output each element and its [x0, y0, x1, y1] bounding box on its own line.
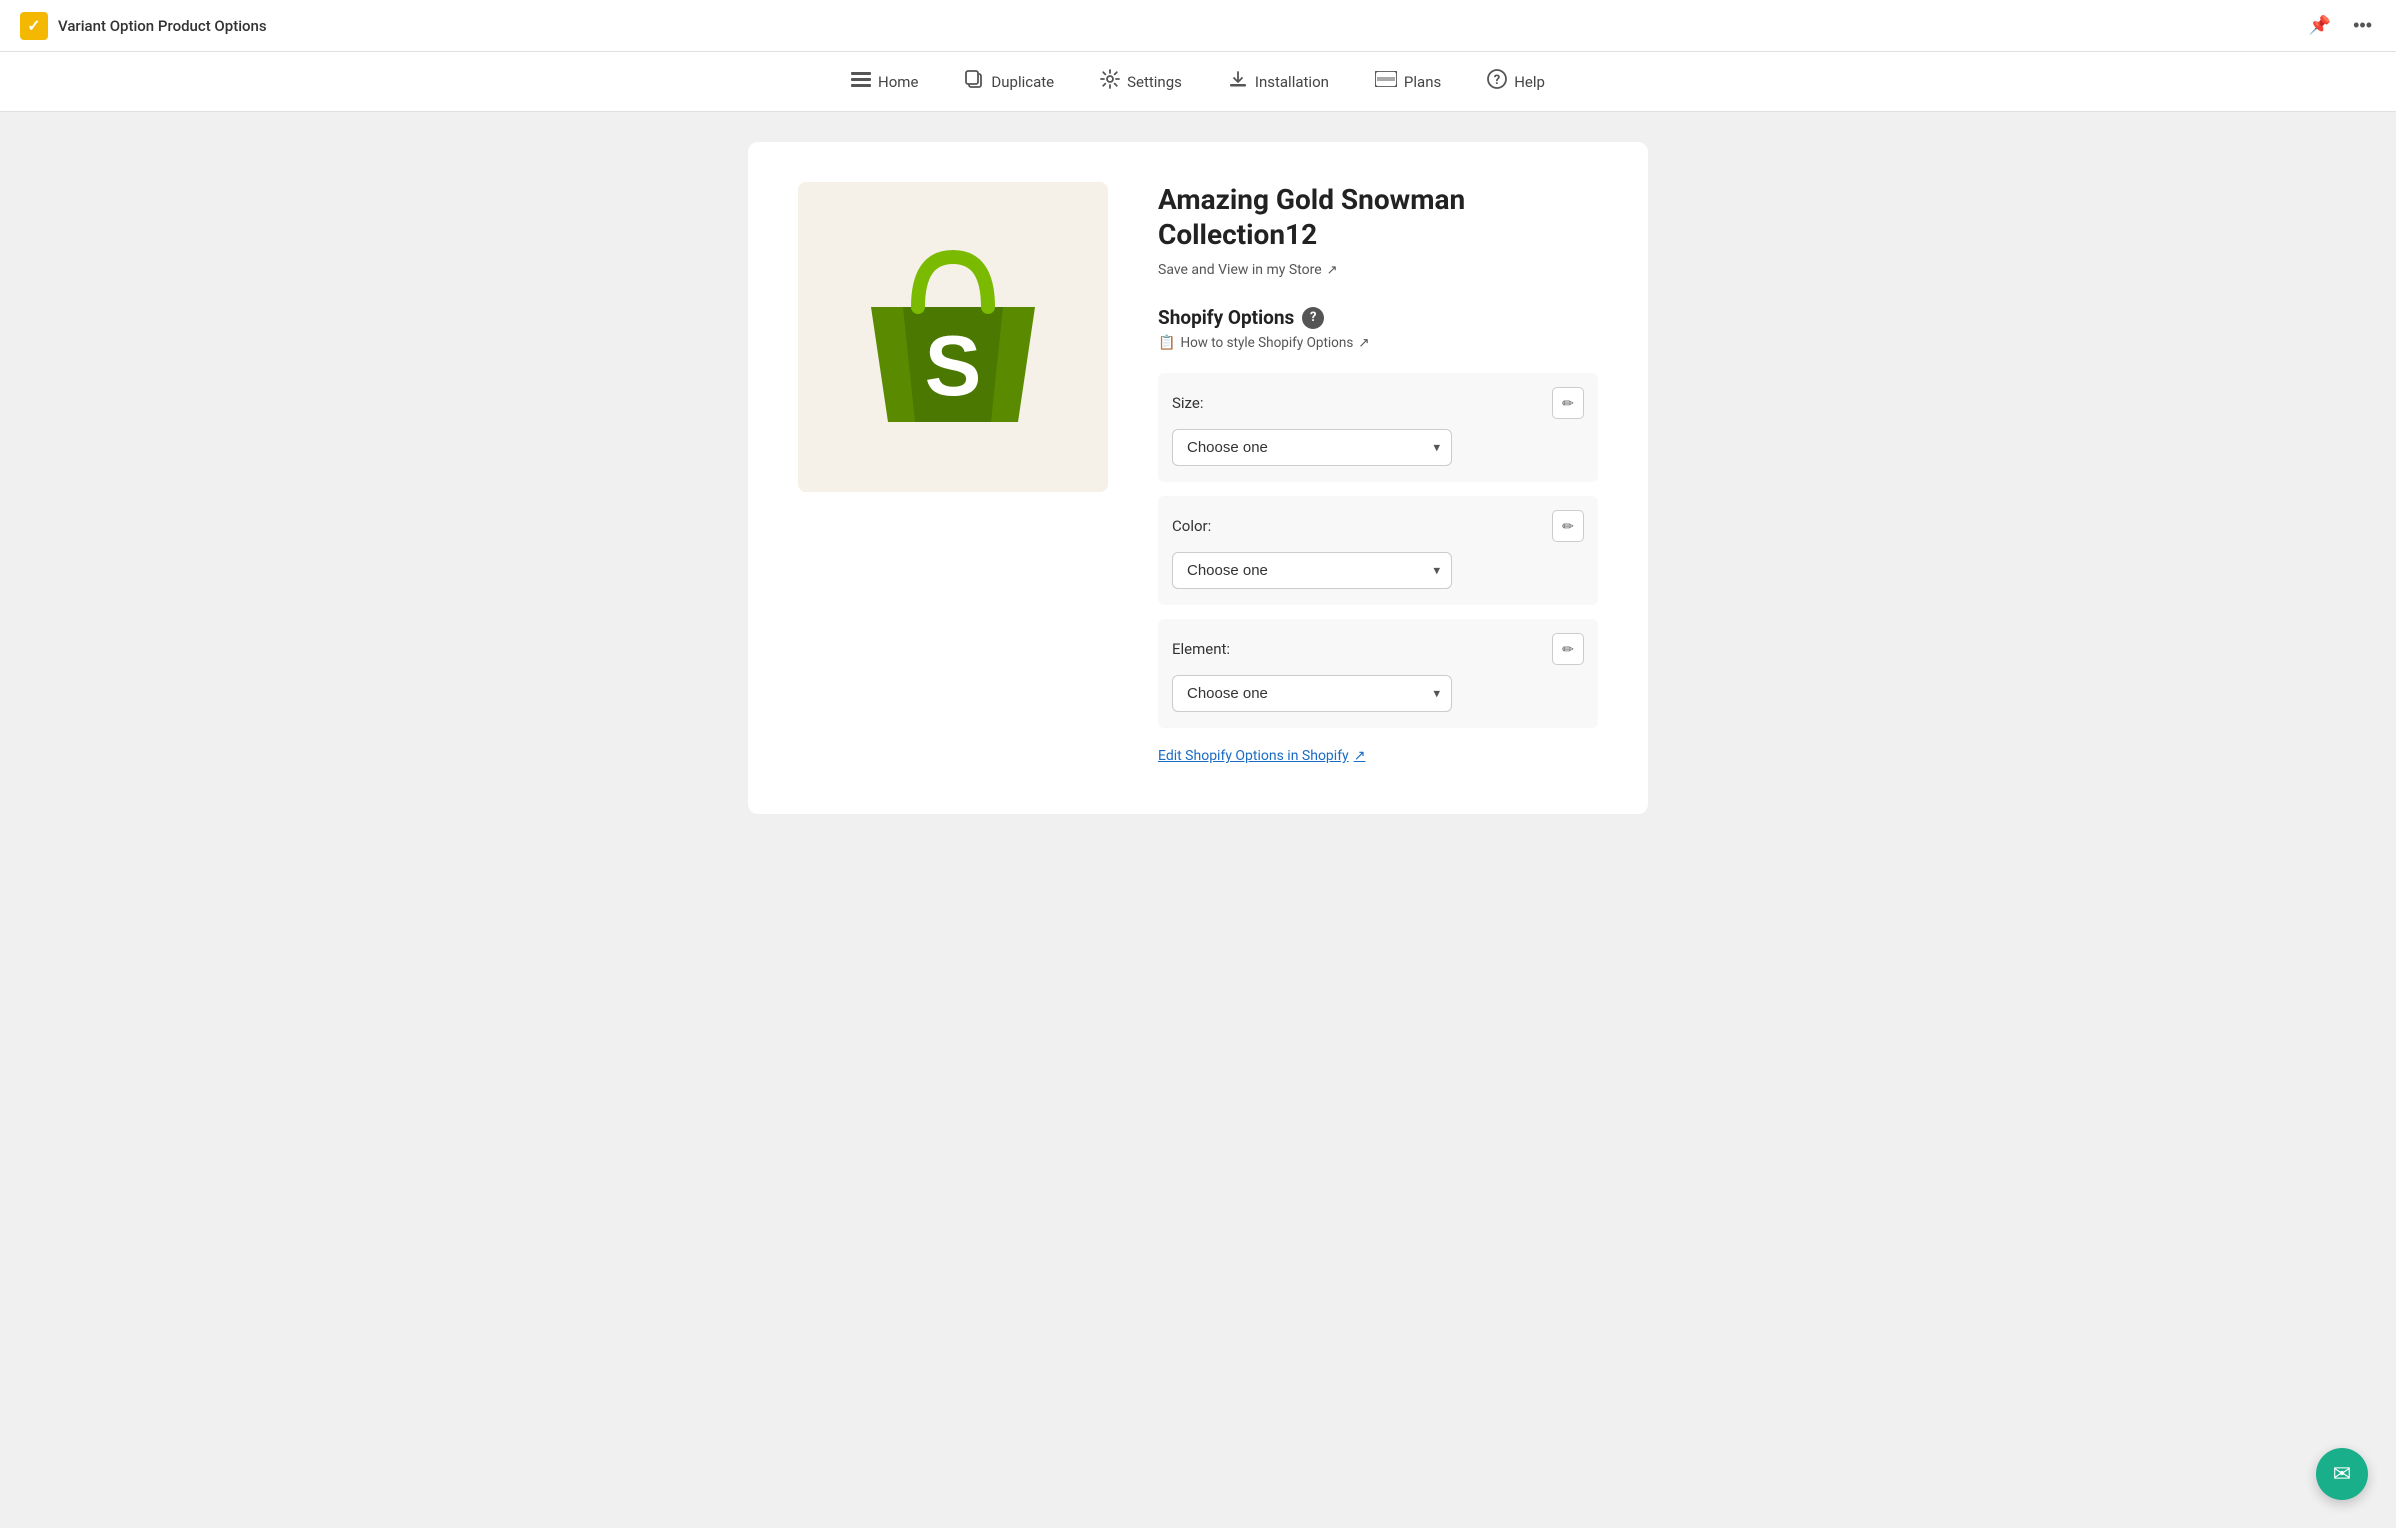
nav-plans-label: Plans: [1404, 73, 1441, 91]
settings-icon: [1100, 69, 1120, 94]
element-edit-button[interactable]: ✏: [1552, 633, 1584, 665]
topbar: ✓ Variant Option Product Options 📌 •••: [0, 0, 2396, 52]
nav-plans[interactable]: Plans: [1357, 63, 1459, 100]
option-group-size: Size: ✏ Choose one ▾: [1158, 373, 1598, 482]
nav-help-label: Help: [1514, 73, 1545, 91]
option-group-element: Element: ✏ Choose one ▾: [1158, 619, 1598, 728]
style-options-link[interactable]: 📋 How to style Shopify Options ↗: [1158, 335, 1598, 351]
external-link-icon: ↗: [1327, 263, 1338, 278]
nav-installation[interactable]: Installation: [1210, 61, 1347, 102]
option-label-row-element: Element: ✏: [1172, 633, 1584, 665]
home-icon: [851, 70, 871, 93]
chat-fab[interactable]: ✉: [2316, 1448, 2368, 1500]
nav-settings-label: Settings: [1127, 73, 1182, 91]
product-image-wrap: S: [798, 182, 1108, 492]
duplicate-icon: [964, 69, 984, 94]
topbar-actions: 📌 •••: [2305, 11, 2376, 40]
svg-text:S: S: [925, 319, 982, 414]
book-icon: 📋: [1158, 335, 1175, 351]
more-button[interactable]: •••: [2349, 11, 2376, 40]
product-details: Amazing Gold Snowman Collection12 Save a…: [1158, 182, 1598, 764]
main-content: S Amazing Gold Snowman Collection12 Save…: [0, 112, 2396, 844]
color-select-wrap: Choose one ▾: [1172, 552, 1452, 589]
element-select-wrap: Choose one ▾: [1172, 675, 1452, 712]
external-link-icon-shopify: ↗: [1354, 748, 1366, 764]
option-label-row-size: Size: ✏: [1172, 387, 1584, 419]
product-card: S Amazing Gold Snowman Collection12 Save…: [748, 142, 1648, 814]
app-title: Variant Option Product Options: [58, 17, 267, 35]
plans-icon: [1375, 71, 1397, 92]
svg-text:?: ?: [1494, 73, 1500, 88]
app-icon-char: ✓: [27, 16, 40, 35]
element-label: Element:: [1172, 640, 1230, 658]
save-view-link[interactable]: Save and View in my Store ↗: [1158, 262, 1598, 278]
external-link-icon-style: ↗: [1358, 335, 1369, 351]
product-title: Amazing Gold Snowman Collection12: [1158, 182, 1598, 252]
help-icon: ?: [1487, 69, 1507, 94]
chat-icon: ✉: [2333, 1462, 2351, 1487]
option-label-row-color: Color: ✏: [1172, 510, 1584, 542]
app-icon: ✓: [20, 12, 48, 40]
color-edit-button[interactable]: ✏: [1552, 510, 1584, 542]
option-group-color: Color: ✏ Choose one ▾: [1158, 496, 1598, 605]
nav-help[interactable]: ? Help: [1469, 61, 1563, 102]
nav-duplicate[interactable]: Duplicate: [946, 61, 1072, 102]
color-label: Color:: [1172, 517, 1211, 535]
element-select[interactable]: Choose one: [1172, 675, 1452, 712]
nav-home[interactable]: Home: [833, 62, 936, 101]
shopify-bag-icon: S: [843, 227, 1063, 447]
size-select-wrap: Choose one ▾: [1172, 429, 1452, 466]
size-select[interactable]: Choose one: [1172, 429, 1452, 466]
help-circle-icon[interactable]: ?: [1302, 307, 1324, 329]
option-groups: Size: ✏ Choose one ▾ Color: ✏: [1158, 373, 1598, 728]
size-label: Size:: [1172, 394, 1203, 412]
nav-installation-label: Installation: [1255, 73, 1329, 91]
nav-home-label: Home: [878, 73, 918, 91]
nav-settings[interactable]: Settings: [1082, 61, 1200, 102]
installation-icon: [1228, 69, 1248, 94]
navbar: Home Duplicate Settings Installation: [0, 52, 2396, 112]
shopify-options-title: Shopify Options ?: [1158, 306, 1598, 329]
edit-shopify-link[interactable]: Edit Shopify Options in Shopify ↗: [1158, 748, 1598, 764]
color-select[interactable]: Choose one: [1172, 552, 1452, 589]
pin-button[interactable]: 📌: [2305, 11, 2335, 40]
nav-duplicate-label: Duplicate: [991, 73, 1054, 91]
size-edit-button[interactable]: ✏: [1552, 387, 1584, 419]
